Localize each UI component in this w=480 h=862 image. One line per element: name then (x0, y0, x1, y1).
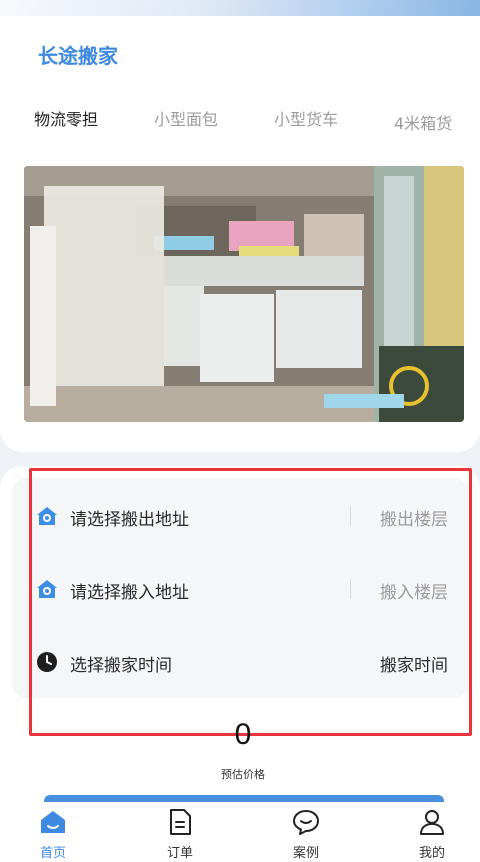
page-title: 长途搬家 (38, 44, 118, 68)
estimated-price-value: 0 (234, 718, 252, 751)
bottom-tabbar: 首页 订单 案例 我的 (0, 802, 480, 862)
user-icon (420, 810, 444, 835)
tab-home[interactable]: 首页 (13, 802, 93, 862)
tab-orders[interactable]: 订单 (140, 802, 220, 862)
tab-small-van[interactable]: 小型面包 (154, 106, 218, 130)
chat-bubble-icon (293, 810, 319, 835)
tab-4m-box-truck[interactable]: 4米箱货 (394, 110, 452, 134)
tab-profile[interactable]: 我的 (392, 802, 472, 862)
cargo-photo (24, 166, 464, 422)
home-icon (41, 811, 65, 833)
estimated-price-label: 预估价格 (221, 768, 265, 781)
tab-cases-label: 案例 (292, 846, 319, 861)
tab-logistics[interactable]: 物流零担 (34, 106, 98, 130)
highlight-box (29, 468, 472, 736)
tab-home-label: 首页 (39, 846, 66, 861)
tab-orders-label: 订单 (166, 846, 193, 861)
tab-profile-label: 我的 (418, 846, 445, 861)
vehicle-tabs: 物流零担 小型面包 小型货车 4米箱货 (0, 106, 480, 133)
tab-small-truck[interactable]: 小型货车 (274, 106, 338, 130)
document-icon (170, 809, 191, 835)
tab-cases[interactable]: 案例 (266, 802, 346, 862)
